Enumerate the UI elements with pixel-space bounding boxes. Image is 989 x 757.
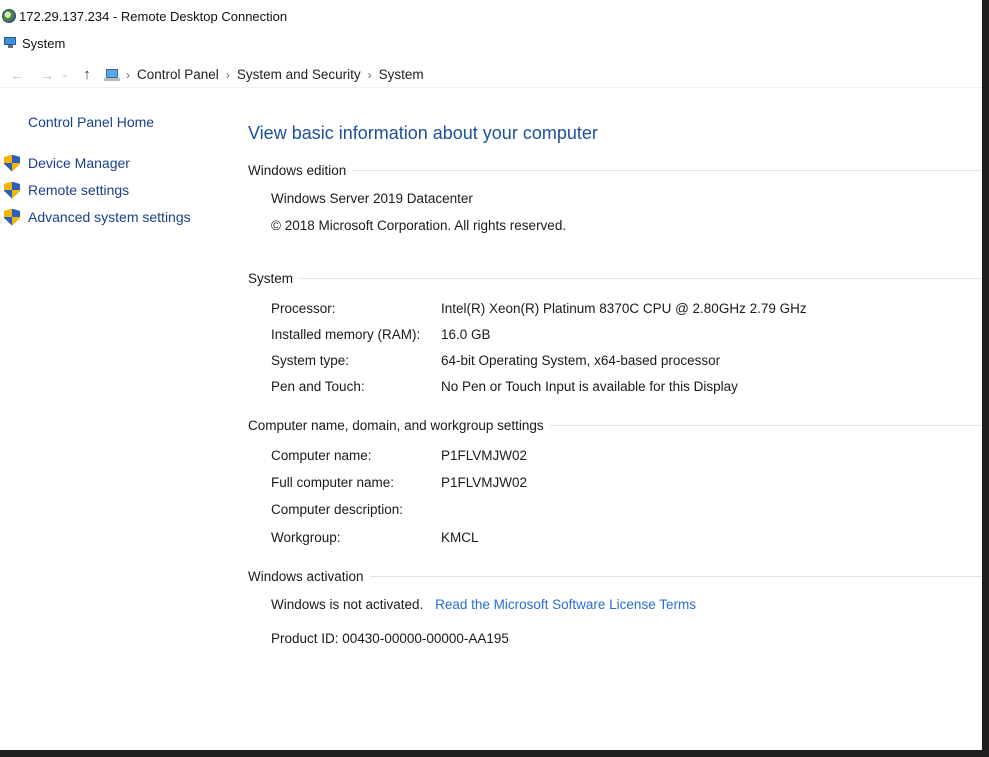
up-arrow-icon[interactable]: ↑ bbox=[76, 66, 98, 83]
breadcrumb-system[interactable]: System bbox=[379, 67, 424, 82]
pen-and-touch-value: No Pen or Touch Input is available for t… bbox=[441, 378, 738, 394]
advanced-system-settings-link[interactable]: Advanced system settings bbox=[4, 207, 191, 227]
remote-desktop-icon bbox=[2, 9, 16, 23]
computer-name-row: Computer name: P1FLVMJW02 bbox=[271, 447, 528, 463]
remote-settings-label: Remote settings bbox=[28, 182, 130, 198]
recent-locations-chevron-icon[interactable]: ⌄ bbox=[58, 69, 72, 80]
processor-row: Processor: Intel(R) Xeon(R) Platinum 837… bbox=[271, 300, 807, 316]
rdp-title: 172.29.137.234 - Remote Desktop Connecti… bbox=[19, 8, 288, 24]
system-type-row: System type: 64-bit Operating System, x6… bbox=[271, 352, 721, 368]
forward-arrow-icon[interactable]: → bbox=[36, 67, 58, 83]
activation-status: Windows is not activated. bbox=[271, 597, 424, 612]
breadcrumb-chevron-icon[interactable]: › bbox=[126, 68, 130, 82]
advanced-system-settings-label: Advanced system settings bbox=[28, 209, 191, 225]
address-bar: ← → ⌄ ↑ › Control Panel › System and Sec… bbox=[0, 62, 982, 88]
admin-shield-icon bbox=[4, 154, 20, 172]
workgroup-row: Workgroup: KMCL bbox=[271, 529, 479, 545]
back-arrow-icon[interactable]: ← bbox=[6, 67, 28, 83]
windows-edition-name: Windows Server 2019 Datacenter bbox=[271, 191, 473, 206]
computer-name-section-heading: Computer name, domain, and workgroup set… bbox=[248, 416, 982, 434]
system-computer-icon bbox=[4, 37, 18, 49]
control-panel-icon bbox=[104, 68, 122, 82]
breadcrumb-chevron-icon[interactable]: › bbox=[226, 68, 230, 82]
activation-row: Windows is not activated. Read the Micro… bbox=[271, 597, 696, 612]
system-section-heading: System bbox=[248, 269, 982, 287]
processor-value: Intel(R) Xeon(R) Platinum 8370C CPU @ 2.… bbox=[441, 300, 807, 316]
device-manager-label: Device Manager bbox=[28, 155, 130, 171]
windows-edition-section-heading: Windows edition bbox=[248, 161, 982, 179]
system-window-titlebar[interactable]: System bbox=[0, 32, 982, 54]
full-computer-name-value: P1FLVMJW02 bbox=[441, 474, 528, 490]
breadcrumb-control-panel[interactable]: Control Panel bbox=[137, 67, 219, 82]
workgroup-value: KMCL bbox=[441, 529, 479, 545]
breadcrumb-system-and-security[interactable]: System and Security bbox=[237, 67, 361, 82]
license-terms-link[interactable]: Read the Microsoft Software License Term… bbox=[435, 597, 696, 612]
control-panel-home-link[interactable]: Control Panel Home bbox=[28, 114, 154, 130]
rdp-titlebar[interactable]: 172.29.137.234 - Remote Desktop Connecti… bbox=[0, 4, 982, 28]
admin-shield-icon bbox=[4, 208, 20, 226]
rdp-window: 172.29.137.234 - Remote Desktop Connecti… bbox=[0, 0, 982, 750]
installed-memory-row: Installed memory (RAM): 16.0 GB bbox=[271, 326, 491, 342]
windows-activation-section-heading: Windows activation bbox=[248, 567, 982, 585]
admin-shield-icon bbox=[4, 181, 20, 199]
windows-copyright: © 2018 Microsoft Corporation. All rights… bbox=[271, 218, 567, 233]
computer-description-row: Computer description: bbox=[271, 501, 404, 517]
system-type-value: 64-bit Operating System, x64-based proce… bbox=[441, 352, 721, 368]
device-manager-link[interactable]: Device Manager bbox=[4, 153, 130, 173]
full-computer-name-row: Full computer name: P1FLVMJW02 bbox=[271, 474, 528, 490]
page-title: View basic information about your comput… bbox=[248, 123, 598, 143]
breadcrumb-chevron-icon[interactable]: › bbox=[368, 68, 372, 82]
remote-settings-link[interactable]: Remote settings bbox=[4, 180, 129, 200]
pen-and-touch-row: Pen and Touch: No Pen or Touch Input is … bbox=[271, 378, 738, 394]
computer-name-value: P1FLVMJW02 bbox=[441, 447, 528, 463]
installed-memory-value: 16.0 GB bbox=[441, 326, 491, 342]
product-id: Product ID: 00430-00000-00000-AA195 bbox=[271, 631, 509, 646]
window-title: System bbox=[22, 35, 66, 51]
